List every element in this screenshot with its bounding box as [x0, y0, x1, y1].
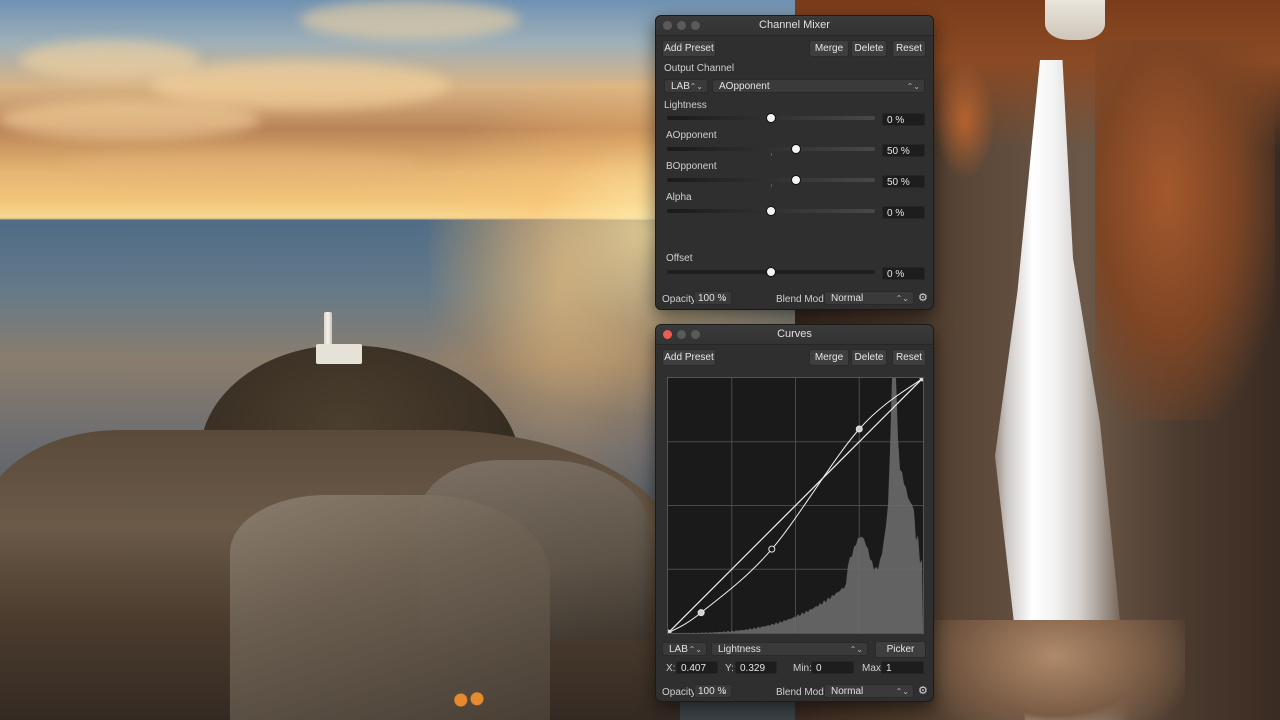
channel-mixer-titlebar[interactable]: Channel Mixer	[656, 16, 933, 36]
curve-control-point[interactable]	[855, 425, 863, 433]
chevron-updown-icon: ⌃⌄	[895, 687, 909, 696]
color-space-select[interactable]: LAB ⌃⌄	[664, 79, 708, 93]
curve-control-point[interactable]	[919, 377, 924, 382]
curves-color-space-select[interactable]: LAB ⌃⌄	[662, 642, 707, 656]
min-label: Min:	[793, 663, 812, 674]
lightness-label: Lightness	[664, 100, 707, 111]
blend-mode-value: Normal	[831, 686, 864, 697]
offset-slider-knob[interactable]	[766, 267, 776, 277]
delete-button[interactable]: Delete	[851, 349, 887, 366]
x-label: X:	[666, 663, 676, 674]
flowers	[450, 688, 486, 712]
opacity-field[interactable]: 100 % ⌄	[694, 291, 732, 305]
chevron-updown-icon: ⌃⌄	[689, 82, 703, 91]
blend-mode-value: Normal	[831, 293, 864, 304]
output-channel-label: Output Channel	[664, 63, 735, 74]
bopponent-slider-knob[interactable]	[790, 175, 801, 185]
autumn-foliage	[1095, 40, 1275, 420]
bopponent-slider[interactable]	[667, 178, 875, 182]
autumn-foliage	[935, 60, 995, 180]
curve-control-point[interactable]	[697, 609, 705, 617]
x-value-field[interactable]: 0.407	[676, 661, 718, 674]
curves-panel: Curves Add Preset Merge Delete Reset LAB…	[655, 324, 934, 702]
add-preset-button[interactable]: Add Preset	[662, 349, 716, 366]
opacity-field[interactable]: 100 % ⌄	[694, 684, 732, 698]
channel-mixer-panel: Channel Mixer Add Preset Merge Delete Re…	[655, 15, 934, 310]
cloud	[0, 100, 260, 140]
lightness-value-field[interactable]: 0 %	[882, 113, 925, 126]
color-space-value: LAB	[671, 81, 690, 92]
merge-button[interactable]: Merge	[809, 349, 849, 366]
curves-titlebar[interactable]: Curves	[656, 325, 933, 345]
offset-value-field[interactable]: 0 %	[882, 267, 925, 280]
panel-title: Curves	[777, 328, 812, 340]
curves-channel-value: Lightness	[718, 644, 761, 655]
blend-mode-select[interactable]: Normal ⌃⌄	[824, 291, 914, 305]
output-channel-select[interactable]: AOpponent ⌃⌄	[712, 79, 925, 93]
reset-button[interactable]: Reset	[892, 349, 926, 366]
output-channel-value: AOpponent	[719, 81, 770, 92]
delete-button[interactable]: Delete	[851, 40, 887, 57]
curves-channel-select[interactable]: Lightness ⌃⌄	[711, 642, 868, 656]
add-preset-button[interactable]: Add Preset	[662, 40, 716, 57]
chevron-updown-icon: ⌃⌄	[688, 645, 702, 654]
chevron-updown-icon: ⌃⌄	[895, 294, 909, 303]
reset-button[interactable]: Reset	[892, 40, 926, 57]
lighthouse-building	[316, 344, 362, 364]
chevron-updown-icon: ⌃⌄	[849, 645, 863, 654]
chevron-down-icon: ⌄	[720, 687, 727, 696]
rock	[925, 620, 1185, 720]
chevron-down-icon: ⌄	[720, 294, 727, 303]
y-value-field[interactable]: 0.329	[735, 661, 777, 674]
rock	[230, 495, 550, 720]
bopponent-label: BOpponent	[666, 161, 717, 172]
aopponent-slider-knob[interactable]	[790, 144, 801, 154]
min-value-field[interactable]: 0	[811, 661, 854, 674]
aopponent-label: AOpponent	[666, 130, 717, 141]
blend-mode-select[interactable]: Normal ⌃⌄	[824, 684, 914, 698]
lightness-slider-knob[interactable]	[766, 113, 776, 123]
aopponent-slider[interactable]	[667, 147, 875, 151]
gear-icon[interactable]: ⚙	[918, 291, 928, 304]
aopponent-value-field[interactable]: 50 %	[882, 144, 925, 157]
sky	[1045, 0, 1105, 40]
panel-title: Channel Mixer	[759, 19, 830, 31]
slider-tick	[771, 153, 772, 156]
curve-control-point[interactable]	[768, 545, 776, 553]
alpha-label: Alpha	[666, 192, 692, 203]
cloud	[60, 150, 420, 180]
cloud	[300, 0, 520, 40]
gear-icon[interactable]: ⚙	[918, 684, 928, 697]
slider-tick	[771, 184, 772, 187]
bopponent-value-field[interactable]: 50 %	[882, 175, 925, 188]
curve-control-point[interactable]	[667, 629, 672, 634]
picker-button[interactable]: Picker	[875, 641, 926, 658]
y-label: Y:	[725, 663, 734, 674]
curves-color-space-value: LAB	[669, 644, 688, 655]
offset-label: Offset	[666, 253, 693, 264]
alpha-value-field[interactable]: 0 %	[882, 206, 925, 219]
chevron-updown-icon: ⌃⌄	[906, 82, 920, 91]
alpha-slider-knob[interactable]	[766, 206, 776, 216]
merge-button[interactable]: Merge	[809, 40, 849, 57]
max-value-field[interactable]: 1	[881, 661, 924, 674]
curves-graph[interactable]	[667, 377, 924, 634]
